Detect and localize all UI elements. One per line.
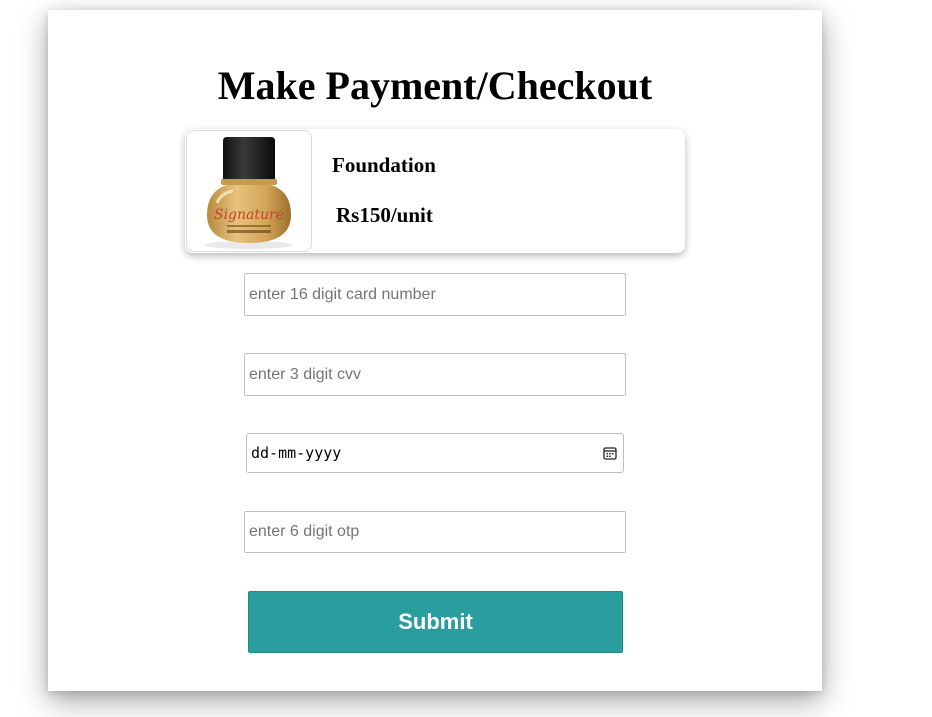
cvv-input[interactable]: [244, 353, 626, 396]
page-title: Make Payment/Checkout: [217, 63, 653, 108]
card-number-input[interactable]: [244, 273, 626, 316]
checkout-card: Make Payment/Checkout Signature Foundati…: [48, 10, 822, 691]
date-placeholder: dd-mm-yyyy: [251, 444, 342, 462]
foundation-bottle-image: Signature: [205, 137, 293, 249]
product-image: Signature: [186, 130, 312, 252]
expiry-date-input[interactable]: dd-mm-yyyy: [246, 433, 624, 473]
product-name: Foundation: [332, 153, 436, 177]
otp-input[interactable]: [244, 511, 626, 553]
bottle-label-text: Signature: [214, 207, 284, 223]
calendar-icon[interactable]: [603, 446, 617, 460]
product-price: Rs150/unit: [336, 203, 433, 227]
product-card: Signature Foundation Rs150/unit: [185, 129, 685, 253]
submit-button[interactable]: Submit: [248, 591, 623, 653]
